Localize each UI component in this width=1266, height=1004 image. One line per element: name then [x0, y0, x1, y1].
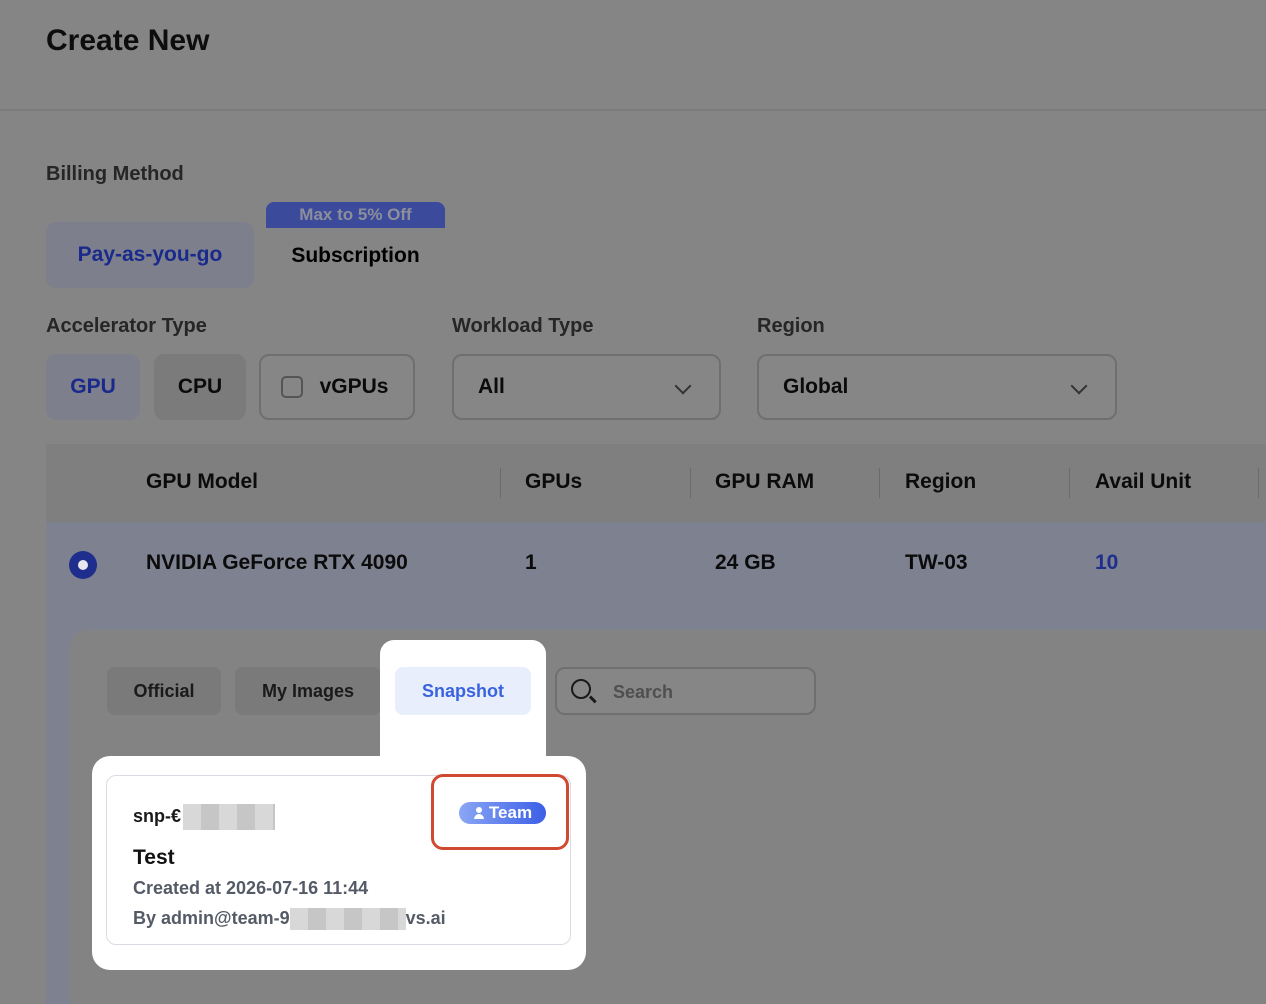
vgpus-checkbox[interactable]	[281, 376, 303, 398]
column-header-gpus[interactable]: GPUs	[525, 470, 582, 494]
column-header-gpu-model[interactable]: GPU Model	[146, 470, 258, 494]
workload-type-select[interactable]: All	[452, 354, 721, 420]
page-title: Create New	[46, 24, 210, 57]
workload-type-value: All	[478, 375, 505, 398]
header-divider	[0, 109, 1266, 111]
gpu-label: GPU	[70, 375, 116, 398]
table-header: GPU Model GPUs GPU RAM Region Avail Unit	[46, 444, 1266, 522]
accelerator-type-label: Accelerator Type	[46, 315, 207, 337]
search-input[interactable]	[611, 678, 805, 706]
subscription-button[interactable]: Subscription	[266, 228, 445, 284]
tab-snapshot[interactable]: Snapshot	[395, 667, 531, 715]
chevron-down-icon	[674, 377, 692, 395]
column-header-avail-unit[interactable]: Avail Unit	[1095, 470, 1191, 494]
promo-badge: Max to 5% Off	[266, 202, 445, 228]
created-by-prefix: By admin@team-9	[133, 908, 290, 928]
column-divider	[500, 468, 501, 498]
region-value: Global	[783, 375, 849, 398]
tab-official-label: Official	[133, 680, 195, 701]
column-divider	[1258, 468, 1259, 498]
vgpus-toggle[interactable]: vGPUs	[259, 354, 415, 420]
chevron-down-icon	[1070, 377, 1088, 395]
snapshot-created-at: Created at 2026-07-16 11:44	[133, 878, 369, 898]
cpu-label: CPU	[177, 375, 223, 398]
search-icon	[571, 679, 591, 699]
avail-unit-cell[interactable]: 10	[1095, 551, 1118, 575]
column-divider	[690, 468, 691, 498]
team-badge-callout	[431, 774, 569, 850]
pay-as-you-go-label: Pay-as-you-go	[77, 243, 223, 266]
tab-my-images-label: My Images	[261, 680, 355, 701]
region-cell: TW-03	[905, 551, 968, 574]
tab-snapshot-label: Snapshot	[421, 680, 504, 701]
snapshot-created-by: By admin@team-9 vs.ai	[133, 908, 446, 931]
tab-my-images[interactable]: My Images	[235, 667, 381, 715]
redacted-id	[183, 804, 276, 830]
snapshot-title: Test	[133, 846, 175, 869]
row-radio-selected[interactable]	[69, 551, 97, 579]
region-select[interactable]: Global	[757, 354, 1117, 420]
billing-method-label: Billing Method	[46, 163, 184, 185]
column-divider	[879, 468, 880, 498]
snapshot-id-prefix: snp-€	[133, 805, 182, 826]
column-divider	[1069, 468, 1070, 498]
tab-official[interactable]: Official	[107, 667, 221, 715]
column-header-gpu-ram[interactable]: GPU RAM	[715, 470, 814, 494]
column-header-region[interactable]: Region	[905, 470, 976, 494]
vgpus-label: vGPUs	[319, 375, 389, 398]
cpu-button[interactable]: CPU	[154, 354, 246, 420]
redacted-email	[289, 908, 406, 931]
gpu-ram-cell: 24 GB	[715, 551, 776, 574]
gpus-cell: 1	[525, 551, 537, 574]
image-search[interactable]	[555, 667, 816, 715]
snapshot-id: snp-€	[133, 804, 276, 830]
subscription-label: Subscription	[291, 244, 420, 267]
pay-as-you-go-button[interactable]: Pay-as-you-go	[46, 222, 254, 288]
workload-type-label: Workload Type	[452, 315, 594, 337]
gpu-button[interactable]: GPU	[46, 354, 140, 420]
gpu-model-cell: NVIDIA GeForce RTX 4090	[146, 551, 408, 574]
created-by-suffix: vs.ai	[405, 908, 446, 928]
region-label: Region	[757, 315, 825, 337]
